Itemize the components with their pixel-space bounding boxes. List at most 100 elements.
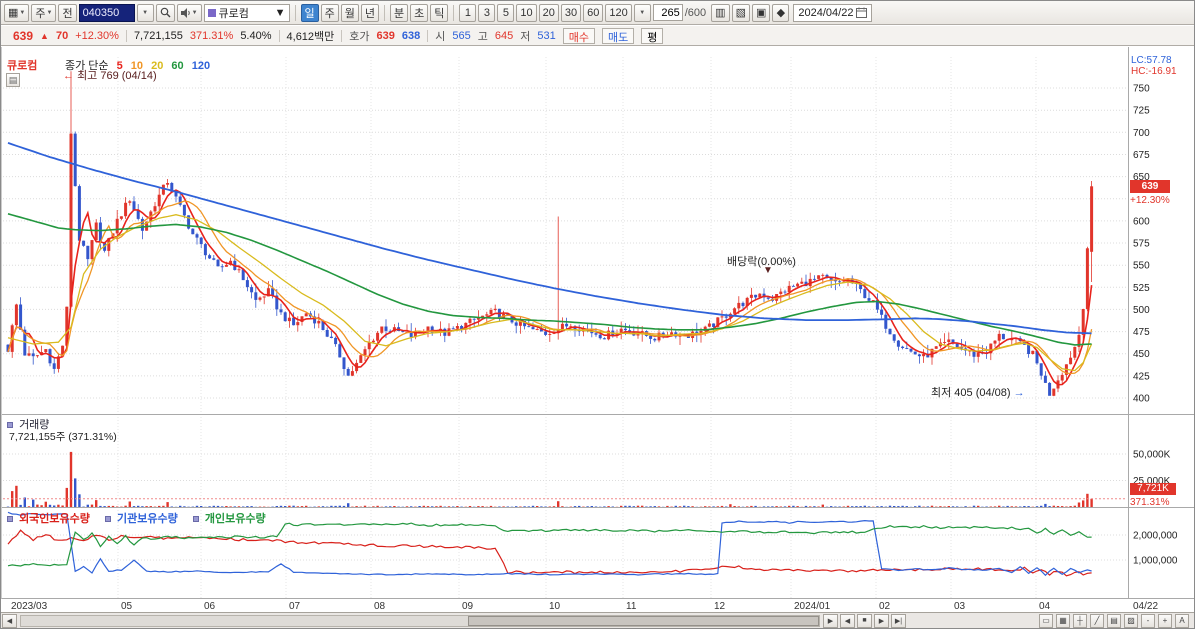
svg-text:475: 475: [1133, 327, 1150, 338]
zoom-in-button[interactable]: +: [1158, 613, 1172, 628]
stock-name-box[interactable]: 큐로컴 ▼: [203, 3, 290, 22]
grid-toggle-button[interactable]: ▦: [1056, 613, 1070, 628]
price-change: 70: [55, 29, 69, 42]
svg-text:08: 08: [374, 601, 386, 612]
interval-20-button[interactable]: 20: [538, 3, 559, 22]
sell-button[interactable]: 매도: [601, 27, 635, 44]
draw-icon: ▧: [735, 7, 746, 19]
save-icon: ▣: [755, 7, 767, 19]
divider: [125, 29, 127, 42]
candles[interactable]: [6, 71, 1094, 397]
tab-second[interactable]: 초: [410, 3, 429, 22]
gear-icon: ◆: [776, 7, 786, 19]
volume-ratio: 371.31%: [189, 29, 234, 42]
svg-text:12: 12: [714, 601, 726, 612]
chart-toolbar: ▦ ▼ 주 ▼ 전 ▼ ▼ 큐로컴 ▼ 일 주 월 년 분 초 틱 1: [1, 1, 1194, 25]
jeon-button[interactable]: 전: [58, 3, 77, 22]
ask-price: 639: [376, 29, 395, 42]
auto-scale-button[interactable]: A: [1175, 613, 1189, 628]
calendar-icon: [856, 7, 868, 18]
x-axis-labels: 2023/03 05 06 07 08 09 10 11 12 2024/01 02 03 04: [11, 601, 1051, 612]
svg-text:1,000,000: 1,000,000: [1133, 556, 1178, 567]
avg-button[interactable]: 평: [641, 27, 664, 44]
tab-year[interactable]: 년: [360, 3, 380, 22]
legend-marker-icon: [192, 516, 199, 522]
trendline-button[interactable]: ╱: [1090, 613, 1104, 628]
current-price: 639: [13, 28, 34, 43]
volume-detail: 7,721,155주 (371.31%): [9, 431, 117, 443]
bar-count-input[interactable]: [652, 4, 683, 21]
text-tool-button[interactable]: ▤: [1107, 613, 1121, 628]
bar-total-label: /600: [684, 6, 707, 19]
svg-text:05: 05: [121, 601, 133, 612]
legend-ma120[interactable]: 120: [192, 60, 210, 72]
interval-120-button[interactable]: 120: [605, 3, 632, 22]
scrollbar-thumb[interactable]: [467, 615, 819, 626]
hc-label: HC:-16.91: [1131, 66, 1177, 77]
draw-tool-button[interactable]: ▧: [731, 3, 750, 22]
stock-code-input[interactable]: [78, 3, 135, 22]
svg-text:750: 750: [1133, 84, 1150, 95]
tab-day[interactable]: 일: [300, 3, 319, 22]
pattern-button[interactable]: ▨: [1124, 613, 1138, 628]
period-combo[interactable]: 주 ▼: [31, 3, 57, 22]
nav-stop-button[interactable]: ■: [857, 613, 872, 628]
down-arrow-icon: ▼: [763, 265, 773, 276]
pane-settings-button[interactable]: ▤: [6, 73, 20, 87]
interval-1-button[interactable]: 1: [459, 3, 477, 22]
date-picker[interactable]: 2024/04/22: [793, 3, 873, 22]
svg-text:2023/03: 2023/03: [11, 601, 48, 612]
cycle-tool-button[interactable]: ▥: [711, 3, 730, 22]
code-dropdown-button[interactable]: ▼: [136, 3, 154, 22]
tab-month[interactable]: 월: [340, 3, 359, 22]
legend-marker-icon: [7, 516, 13, 522]
svg-text:675: 675: [1133, 150, 1150, 161]
bid-price: 638: [401, 29, 421, 42]
legend-individual-holdings[interactable]: 개인보유수량: [205, 513, 266, 525]
tab-tick[interactable]: 틱: [430, 3, 449, 22]
tab-week[interactable]: 주: [320, 3, 339, 22]
interval-60-button[interactable]: 60: [583, 3, 604, 22]
holdings-legend: 외국인보유수량 기관보유수량 개인보유수량: [7, 510, 266, 526]
volume-bars[interactable]: [6, 451, 1093, 508]
interval-5-button[interactable]: 5: [497, 3, 515, 22]
panel-layout-button[interactable]: ▭: [1039, 613, 1053, 628]
tab-minute[interactable]: 분: [390, 3, 409, 22]
legend-ma60[interactable]: 60: [171, 60, 183, 72]
chevron-down-icon: ▼: [639, 9, 646, 16]
svg-text:07: 07: [289, 601, 301, 612]
chart-canvas[interactable]: 2023/03 05 06 07 08 09 10 11 12 2024/01 02 03 04 750 7…: [1, 47, 1195, 614]
search-button[interactable]: [155, 3, 175, 22]
crosshair-button[interactable]: ┼: [1073, 613, 1087, 628]
annotation-high-text: 최고 769 (04/14): [77, 70, 157, 82]
scrollbar-track[interactable]: [20, 614, 820, 627]
annotation-high: ← 최고 769 (04/14): [63, 67, 157, 83]
legend-institution-holdings[interactable]: 기관보유수량: [117, 513, 178, 525]
legend-foreign-holdings[interactable]: 외국인보유수량: [19, 513, 90, 525]
interval-3-button[interactable]: 3: [478, 3, 496, 22]
scroll-right-button[interactable]: ▶: [823, 613, 838, 628]
nav-end-button[interactable]: ▶|: [891, 613, 906, 628]
left-arrow-icon: ←: [63, 70, 74, 82]
search-icon: [160, 7, 171, 18]
save-chart-button[interactable]: ▣: [751, 3, 771, 22]
scroll-left-button[interactable]: ◀: [2, 613, 17, 628]
nav-back-button[interactable]: ◀: [840, 613, 855, 628]
speaker-icon: [180, 7, 190, 18]
svg-text:02: 02: [879, 601, 891, 612]
nav-forward-button[interactable]: ▶: [874, 613, 889, 628]
annotation-ex-dividend-text: 배당락(0.00%): [727, 256, 796, 268]
interval-30-button[interactable]: 30: [560, 3, 582, 22]
chevron-down-icon: ▼: [191, 9, 198, 16]
quote-bar: 639 ▲ 70 +12.30% 7,721,155 371.31% 5.40%…: [1, 26, 1194, 46]
zoom-out-button[interactable]: -: [1141, 613, 1155, 628]
sound-button[interactable]: ▼: [176, 3, 202, 22]
interval-combo[interactable]: ▼: [633, 3, 651, 22]
chart-menu-button[interactable]: ▦ ▼: [4, 3, 30, 22]
chevron-down-icon: ▼: [19, 9, 26, 16]
chart-settings-button[interactable]: ◆: [772, 3, 790, 22]
interval-10-button[interactable]: 10: [516, 3, 537, 22]
svg-text:450: 450: [1133, 349, 1150, 360]
buy-button[interactable]: 매수: [562, 27, 595, 44]
lc-label: LC:57.78: [1131, 55, 1172, 66]
